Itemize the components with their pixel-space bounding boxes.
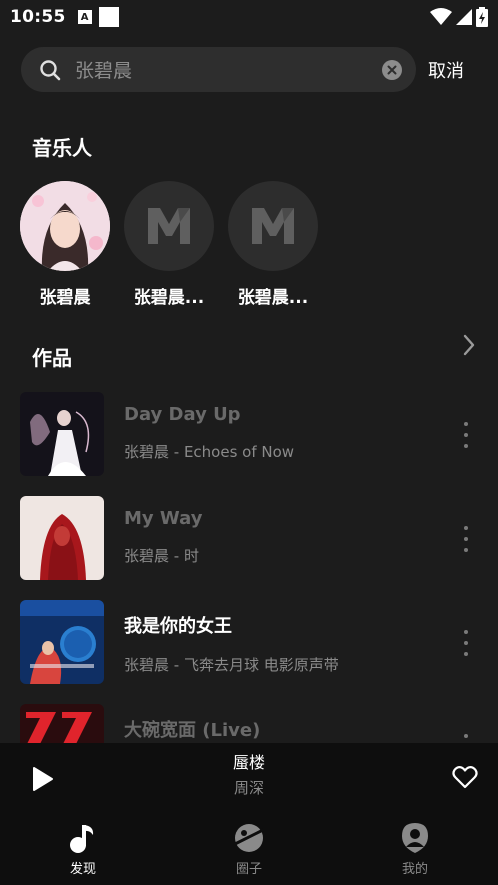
now-playing-artist: 周深 bbox=[233, 779, 264, 797]
artists-section-title: 音乐人 bbox=[32, 136, 92, 160]
album-art-my-way bbox=[20, 496, 104, 580]
song-title: 我是你的女王 bbox=[124, 616, 232, 637]
album-art-day-day-up bbox=[20, 392, 104, 476]
tab-circle[interactable]: 圈子 bbox=[166, 813, 332, 885]
album-art-moon-movie bbox=[20, 600, 104, 684]
works-section-title: 作品 bbox=[32, 346, 72, 370]
album-cover bbox=[20, 600, 104, 684]
tab-label: 圈子 bbox=[235, 862, 262, 877]
album-cover bbox=[20, 496, 104, 580]
artist-list: 张碧晨 张碧晨... 张碧晨... bbox=[20, 181, 318, 308]
wifi-icon bbox=[430, 8, 452, 25]
cancel-button[interactable]: 取消 bbox=[428, 57, 464, 83]
profile-icon bbox=[402, 823, 428, 853]
now-playing-title: 蜃楼 bbox=[232, 753, 265, 772]
heart-icon[interactable] bbox=[452, 765, 478, 789]
song-subtitle: 张碧晨 - 时 bbox=[124, 547, 199, 565]
song-subtitle: 张碧晨 - Echoes of Now bbox=[124, 443, 295, 461]
song-title: Day Day Up bbox=[124, 404, 241, 425]
song-title: 大碗宽面 (Live) bbox=[124, 720, 261, 741]
album-cover bbox=[20, 392, 104, 476]
more-options-button[interactable] bbox=[460, 422, 472, 448]
song-row[interactable]: Day Day Up 张碧晨 - Echoes of Now bbox=[20, 392, 498, 496]
notification-square-icon bbox=[98, 7, 119, 27]
artist-item[interactable]: 张碧晨... bbox=[124, 181, 214, 308]
bottom-tab-bar: 发现 圈子 我的 bbox=[0, 813, 498, 885]
planet-icon bbox=[232, 824, 266, 852]
search-row: 取消 bbox=[21, 47, 491, 92]
song-info: 我是你的女王 张碧晨 - 飞奔去月球 电影原声带 bbox=[124, 600, 339, 704]
search-box[interactable] bbox=[21, 47, 416, 92]
status-icons bbox=[430, 7, 488, 27]
close-icon bbox=[387, 65, 397, 74]
song-row[interactable]: 我是你的女王 张碧晨 - 飞奔去月球 电影原声带 bbox=[20, 600, 498, 704]
tab-label: 我的 bbox=[401, 862, 428, 877]
artist-photo bbox=[20, 181, 110, 271]
more-options-button[interactable] bbox=[460, 630, 472, 656]
status-bar: 10:55 A bbox=[0, 0, 498, 34]
artist-name: 张碧晨... bbox=[237, 288, 309, 308]
more-options-button[interactable] bbox=[460, 526, 472, 552]
song-row[interactable]: My Way 张碧晨 - 时 bbox=[20, 496, 498, 600]
signal-icon bbox=[456, 9, 472, 25]
chevron-right-icon[interactable] bbox=[461, 333, 477, 357]
search-icon bbox=[40, 59, 61, 80]
song-info: Day Day Up 张碧晨 - Echoes of Now bbox=[124, 392, 294, 496]
search-input[interactable] bbox=[75, 58, 382, 81]
m-logo-icon bbox=[252, 208, 294, 244]
artist-avatar-placeholder bbox=[124, 181, 214, 271]
status-time: 10:55 bbox=[10, 7, 66, 27]
mini-player[interactable]: 蜃楼 周深 bbox=[0, 743, 498, 813]
artist-item[interactable]: 张碧晨 bbox=[20, 181, 110, 308]
artist-name: 张碧晨 bbox=[39, 288, 91, 308]
music-note-icon bbox=[70, 825, 94, 853]
artist-avatar bbox=[20, 181, 110, 271]
tab-mine[interactable]: 我的 bbox=[332, 813, 498, 885]
m-logo-icon bbox=[148, 208, 190, 244]
tab-label: 发现 bbox=[69, 862, 96, 877]
artist-item[interactable]: 张碧晨... bbox=[228, 181, 318, 308]
battery-icon bbox=[476, 7, 488, 27]
artist-avatar-placeholder bbox=[228, 181, 318, 271]
notification-a-icon: A bbox=[77, 10, 92, 24]
artist-name: 张碧晨... bbox=[133, 288, 205, 308]
song-title: My Way bbox=[124, 508, 203, 529]
clear-search-button[interactable] bbox=[382, 59, 402, 80]
song-subtitle: 张碧晨 - 飞奔去月球 电影原声带 bbox=[124, 656, 339, 674]
song-info: My Way 张碧晨 - 时 bbox=[124, 496, 202, 600]
tab-discover[interactable]: 发现 bbox=[0, 813, 166, 885]
